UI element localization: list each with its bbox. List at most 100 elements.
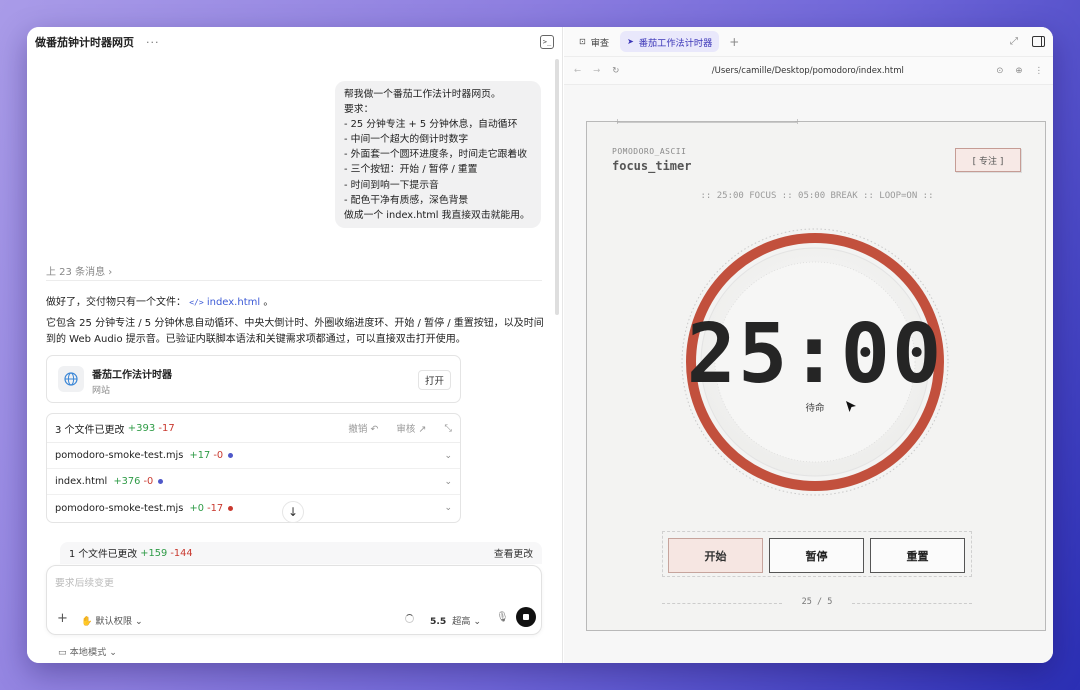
reply-body: 它包含 25 分钟专注 / 5 分钟休息自动循环、中央大倒计时、外圈收缩进度环、…: [46, 318, 544, 345]
expand-icon[interactable]: ⤢: [1010, 36, 1018, 47]
mic-icon[interactable]: 🎙: [496, 612, 509, 623]
user-message-line: - 25 分钟专注 + 5 分钟休息，自动循环: [344, 119, 518, 131]
file-lines-removed: -17: [207, 502, 224, 514]
pomodoro-app: + + POMODORO_ASCII focus_timer [ 专注 ] ::…: [586, 117, 1046, 631]
user-message-line: - 中间一个超大的倒计时数字: [344, 134, 469, 146]
app-label: POMODORO_ASCII: [612, 147, 687, 156]
globe-icon: [58, 366, 84, 392]
tab-pomodoro[interactable]: ➤ 番茄工作法计时器: [620, 31, 720, 52]
app-title: focus_timer: [612, 159, 692, 173]
changed-file-row[interactable]: pomodoro-smoke-test.mjs +0 -17 ⌄: [47, 495, 460, 521]
previous-messages-link[interactable]: 上 23 条消息: [46, 263, 112, 278]
code-file-icon: </>: [189, 298, 204, 307]
model-name: 5.5: [430, 616, 447, 627]
file-name: pomodoro-smoke-test.mjs: [55, 502, 184, 514]
model-selector[interactable]: 5.5 超高 ⌄: [430, 613, 481, 627]
file-name: index.html: [55, 476, 108, 487]
reply-intro-text: 做好了，交付物只有一个文件：: [46, 297, 186, 308]
stop-icon: [523, 614, 529, 620]
stop-button[interactable]: [516, 607, 536, 627]
split-view-icon[interactable]: [1032, 36, 1045, 47]
chevron-down-icon[interactable]: ⌄: [444, 451, 452, 461]
mouse-cursor-icon: [846, 401, 856, 412]
screenshot-icon[interactable]: ⊙: [996, 66, 1003, 76]
review-icon: ⊡: [579, 37, 586, 46]
changed-files-header: 3 个文件已更改 +393 -17 撤销 ↶ 审核 ↗ ⤡: [47, 414, 460, 443]
reply-intro-end: 。: [263, 297, 274, 308]
reset-button[interactable]: 重置: [870, 538, 965, 573]
start-button[interactable]: 开始: [668, 538, 763, 573]
round-indicator: 25 / 5: [662, 597, 972, 609]
more-vertical-icon[interactable]: ⋮: [1035, 66, 1044, 76]
pending-lines-removed: -144: [170, 547, 193, 559]
more-icon[interactable]: ···: [146, 36, 160, 49]
preview-pane: ⊡ 审查 ➤ 番茄工作法计时器 + ⤢ ← → ↻ /Users/camille…: [564, 27, 1053, 663]
permission-selector[interactable]: ✋ 默认权限 ⌄: [81, 613, 143, 627]
website-name: 番茄工作法计时器: [92, 370, 172, 381]
controls: 开始 暂停 重置: [662, 531, 972, 577]
reply-intro: 做好了，交付物只有一个文件： </> index.html 。: [46, 293, 273, 308]
round-count: 25 / 5: [801, 597, 833, 607]
undo-button[interactable]: 撤销 ↶: [348, 421, 378, 435]
reload-icon[interactable]: ↻: [612, 66, 619, 76]
scrollbar[interactable]: [555, 59, 559, 315]
countdown-display: 25:00: [686, 307, 944, 402]
pending-changes-summary: 1 个文件已更改: [69, 549, 138, 560]
scroll-down-button[interactable]: ↓: [282, 501, 304, 523]
forward-icon[interactable]: →: [593, 66, 600, 76]
add-icon[interactable]: ⊕: [1015, 66, 1022, 76]
new-tab-icon[interactable]: +: [729, 35, 739, 49]
tab-label: 番茄工作法计时器: [638, 37, 713, 49]
model-level: 超高: [452, 616, 471, 627]
tab-review[interactable]: ⊡ 审查: [572, 31, 616, 52]
pending-lines-added: +159: [140, 547, 168, 559]
lines-added: +393: [127, 422, 156, 434]
file-lines-removed: -0: [143, 476, 154, 487]
changed-file-row[interactable]: index.html +376 -0 ⌄: [47, 469, 460, 495]
pending-changes-bar: 1 个文件已更改 +159 -144 查看更改: [60, 542, 542, 564]
chevron-down-icon[interactable]: ⌄: [444, 477, 452, 487]
mode-badge: [ 专注 ]: [955, 148, 1021, 172]
tab-bar: ⊡ 审查 ➤ 番茄工作法计时器 + ⤢: [564, 27, 1053, 57]
status-dot: [158, 479, 164, 484]
pointer-icon: ➤: [627, 37, 634, 46]
local-mode-selector[interactable]: ▭ 本地模式 ⌄: [58, 644, 117, 658]
terminal-icon[interactable]: >_: [540, 35, 554, 49]
reply-file-link[interactable]: index.html: [207, 297, 260, 308]
collapse-icon[interactable]: ⤡: [444, 423, 452, 434]
chat-title: 做番茄钟计时器网页: [35, 36, 134, 49]
tab-label: 审查: [590, 37, 610, 49]
changed-file-row[interactable]: pomodoro-smoke-test.mjs +17 -0 ⌄: [47, 443, 460, 469]
message-composer[interactable]: 要求后续变更 + ✋ 默认权限 ⌄ 5.5 超高 ⌄ 🎙: [46, 565, 542, 635]
open-button[interactable]: 打开: [417, 370, 451, 390]
user-message-line: - 三个按钮：开始 / 暂停 / 重置: [344, 164, 478, 176]
user-message-line: 要求：: [344, 104, 374, 116]
changed-files-summary: 3 个文件已更改: [55, 424, 125, 436]
file-lines-removed: -0: [213, 450, 224, 461]
website-card[interactable]: 番茄工作法计时器 网站 打开: [46, 355, 461, 403]
decorative-rule: + +: [614, 117, 801, 126]
user-message: 帮我做一个番茄工作法计时器网页。 要求： - 25 分钟专注 + 5 分钟休息，…: [335, 81, 541, 228]
review-button[interactable]: 审核 ↗: [396, 421, 426, 435]
chat-pane: 做番茄钟计时器网页 ··· >_ 帮我做一个番茄工作法计时器网页。 要求： - …: [27, 27, 563, 663]
add-attachment-icon[interactable]: +: [57, 611, 68, 626]
user-message-line: - 配色干净有质感，深色背景: [344, 194, 469, 206]
back-icon[interactable]: ←: [574, 66, 581, 76]
file-lines-added: +17: [189, 450, 211, 461]
status-dot: [228, 453, 234, 458]
timer-state: 待命: [805, 403, 825, 414]
url-field[interactable]: /Users/camille/Desktop/pomodoro/index.ht…: [619, 66, 996, 76]
permission-label: 默认权限: [95, 616, 133, 627]
pause-button[interactable]: 暂停: [769, 538, 864, 573]
user-message-line: 做成一个 index.html 我直接双击就能用。: [344, 209, 530, 221]
user-message-line: - 时间到响一下提示音: [344, 179, 439, 191]
spinner-icon: [405, 614, 414, 623]
file-name: pomodoro-smoke-test.mjs: [55, 450, 184, 461]
chat-header: 做番茄钟计时器网页 ··· >_: [27, 27, 562, 57]
view-changes-button[interactable]: 查看更改: [494, 546, 533, 560]
composer-input[interactable]: 要求后续变更: [55, 575, 114, 589]
chevron-down-icon[interactable]: ⌄: [444, 503, 452, 513]
status-line: :: 25:00 FOCUS :: 05:00 BREAK :: LOOP=ON…: [700, 191, 934, 201]
address-bar: ← → ↻ /Users/camille/Desktop/pomodoro/in…: [564, 57, 1053, 85]
app-window: 做番茄钟计时器网页 ··· >_ 帮我做一个番茄工作法计时器网页。 要求： - …: [27, 27, 1053, 663]
